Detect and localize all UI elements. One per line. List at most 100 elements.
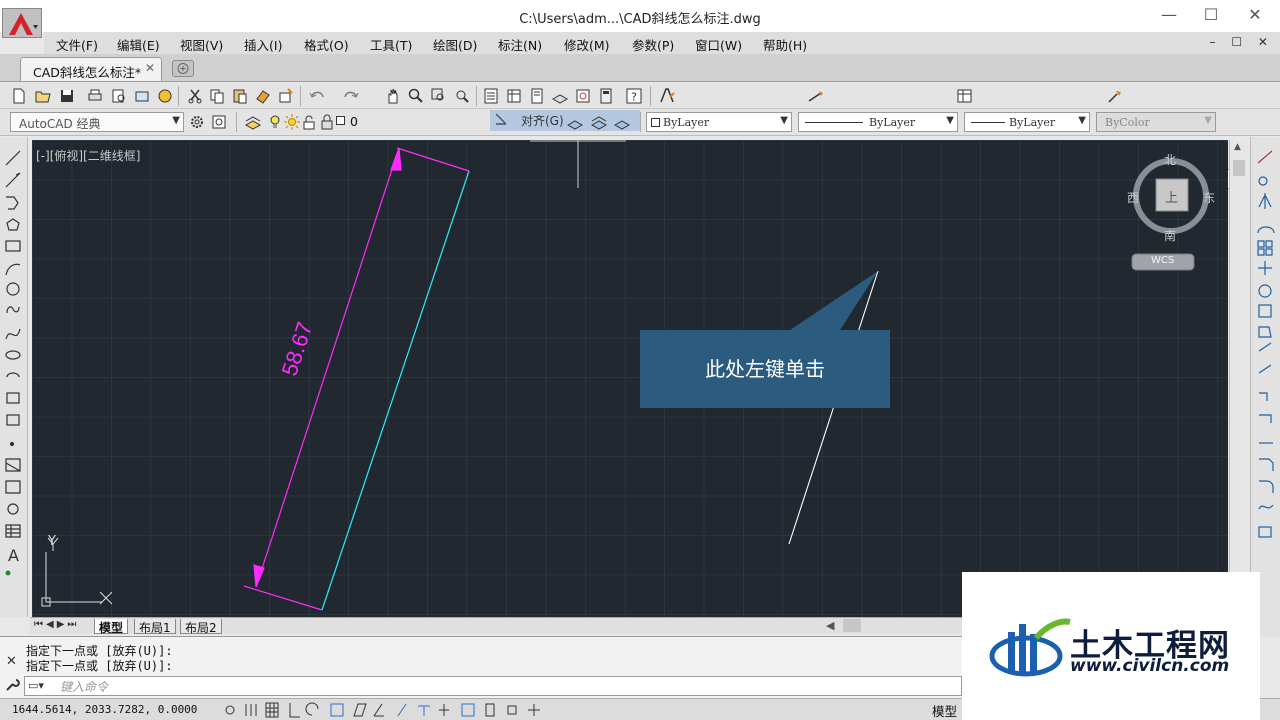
layer-previous-icon[interactable] <box>566 113 584 131</box>
scroll-thumb[interactable] <box>1233 160 1245 176</box>
open-folder-icon[interactable] <box>34 87 52 105</box>
zoom-previous-icon[interactable] <box>453 87 471 105</box>
gear-icon[interactable] <box>188 113 206 131</box>
tab-layout2[interactable]: 布局2 <box>180 619 222 635</box>
new-tab-button[interactable] <box>172 60 194 77</box>
dimension-arrow-bottom <box>253 564 265 588</box>
menu-draw[interactable]: 绘图(D) <box>433 35 477 54</box>
file-tab-close-icon[interactable]: ✕ <box>145 61 155 75</box>
close-button[interactable]: ✕ <box>1232 4 1278 28</box>
new-file-icon[interactable] <box>10 87 28 105</box>
zoom-realtime-icon[interactable] <box>407 87 425 105</box>
menu-view[interactable]: 视图(V) <box>180 35 223 54</box>
menu-window[interactable]: 窗口(W) <box>695 35 742 54</box>
toolbar-separator <box>650 86 651 106</box>
drawing-canvas[interactable]: 58.67 北 南 东 西 上 WCS Y <box>32 140 1228 617</box>
model-space-button[interactable]: 模型 <box>932 701 957 720</box>
lightbulb-icon[interactable] <box>266 113 284 131</box>
make-block-icon <box>6 414 20 426</box>
match-properties-icon[interactable] <box>254 87 272 105</box>
table-icon <box>5 524 21 538</box>
maximize-button[interactable]: ☐ <box>1188 4 1234 28</box>
multileader-style-icon[interactable] <box>1106 87 1124 105</box>
plot-style-combo[interactable]: ByColor ▼ <box>1096 112 1216 132</box>
layer-isolate-icon[interactable] <box>613 113 631 131</box>
lineweight-preview <box>971 122 1005 123</box>
sheet-set-icon[interactable] <box>551 87 569 105</box>
undo-icon[interactable] <box>308 87 326 105</box>
plot-preview-icon[interactable] <box>110 87 128 105</box>
cursor-coordinates[interactable]: 1644.5614, 2033.7282, 0.0000 <box>12 703 197 716</box>
copy-icon[interactable] <box>208 87 226 105</box>
tab-layout1[interactable]: 布局1 <box>134 619 176 635</box>
file-tab[interactable]: CAD斜线怎么标注* ✕ <box>20 57 162 81</box>
viewcube-south-label[interactable]: 南 <box>1164 227 1176 244</box>
horizontal-scroll-thumb[interactable] <box>843 619 861 632</box>
menu-edit[interactable]: 编辑(E) <box>117 35 160 54</box>
color-combo[interactable]: ByLayer ▼ <box>646 112 792 132</box>
layer-properties-icon[interactable] <box>244 113 262 131</box>
chevron-down-icon: ▼ <box>946 115 954 126</box>
menu-parametric[interactable]: 参数(P) <box>632 35 674 54</box>
scroll-left-icon[interactable]: ◀ <box>826 619 834 632</box>
arc-icon <box>5 263 21 276</box>
menu-dimension[interactable]: 标注(N) <box>498 35 542 54</box>
text-style-icon[interactable] <box>658 87 676 105</box>
command-prompt-icon[interactable]: ▭▾ <box>28 679 44 692</box>
publish-icon[interactable] <box>133 87 151 105</box>
minimize-button[interactable]: — <box>1146 4 1192 28</box>
command-input[interactable]: ▭▾ <box>24 676 962 696</box>
menu-insert[interactable]: 插入(I) <box>244 35 282 54</box>
redo-icon[interactable] <box>342 87 360 105</box>
vertical-scrollbar[interactable]: ▲ <box>1229 140 1247 617</box>
wcs-label[interactable]: WCS <box>1151 255 1174 266</box>
cut-icon[interactable] <box>186 87 204 105</box>
3d-dwf-icon[interactable] <box>156 87 174 105</box>
zoom-window-icon[interactable] <box>430 87 448 105</box>
menu-tools[interactable]: 工具(T) <box>370 35 412 54</box>
tool-palettes-icon[interactable] <box>528 87 546 105</box>
lineweight-combo[interactable]: ByLayer ▼ <box>964 112 1090 132</box>
viewport-controls-label[interactable]: [-][俯视][二维线框] <box>36 147 140 164</box>
linetype-value: ByLayer <box>869 116 916 129</box>
paste-icon[interactable] <box>231 87 249 105</box>
markup-set-icon[interactable] <box>574 87 592 105</box>
viewcube-east-label[interactable]: 东 <box>1203 189 1215 206</box>
properties-icon[interactable] <box>482 87 500 105</box>
lock-icon[interactable] <box>318 113 336 131</box>
modify-toolbar <box>1250 137 1280 637</box>
move-icon <box>1258 261 1272 275</box>
unlock-icon[interactable] <box>300 113 318 131</box>
document-window-controls[interactable]: – ☐ ✕ <box>1210 35 1274 49</box>
scroll-up-icon[interactable]: ▲ <box>1234 142 1241 152</box>
pan-icon[interactable] <box>384 87 402 105</box>
toolbar-separator <box>300 86 301 106</box>
print-icon[interactable] <box>86 87 104 105</box>
save-icon[interactable] <box>58 87 76 105</box>
sun-icon[interactable] <box>283 113 301 131</box>
linetype-combo[interactable]: ByLayer ▼ <box>798 112 958 132</box>
command-window-close-icon[interactable]: ✕ <box>6 654 17 669</box>
menu-help[interactable]: 帮助(H) <box>763 35 807 54</box>
viewcube-west-label[interactable]: 西 <box>1127 189 1139 206</box>
mirror-icon <box>1258 193 1272 209</box>
menu-modify[interactable]: 修改(M) <box>564 35 610 54</box>
table-style-icon[interactable] <box>956 87 974 105</box>
workspace-combo[interactable]: AutoCAD 经典 ▼ <box>10 112 184 132</box>
viewcube-top-face-label[interactable]: 上 <box>1165 187 1178 206</box>
array-icon <box>1257 240 1273 256</box>
viewcube-north-label[interactable]: 北 <box>1164 151 1176 168</box>
wrench-icon[interactable] <box>4 677 20 696</box>
quickcalc-icon[interactable] <box>597 87 615 105</box>
dim-style-icon[interactable] <box>807 87 825 105</box>
menu-format[interactable]: 格式(O) <box>304 35 349 54</box>
tab-model[interactable]: 模型 <box>94 619 129 635</box>
help-icon[interactable]: ? <box>625 87 643 105</box>
layer-match-icon[interactable] <box>590 113 608 131</box>
workspace-settings-icon[interactable] <box>210 113 228 131</box>
layout-nav-arrows[interactable]: ⏮◀▶⏭ <box>34 619 79 630</box>
menu-file[interactable]: 文件(F) <box>56 35 98 54</box>
block-editor-icon[interactable] <box>277 87 295 105</box>
design-center-icon[interactable] <box>505 87 523 105</box>
align-icon[interactable] <box>494 112 510 131</box>
